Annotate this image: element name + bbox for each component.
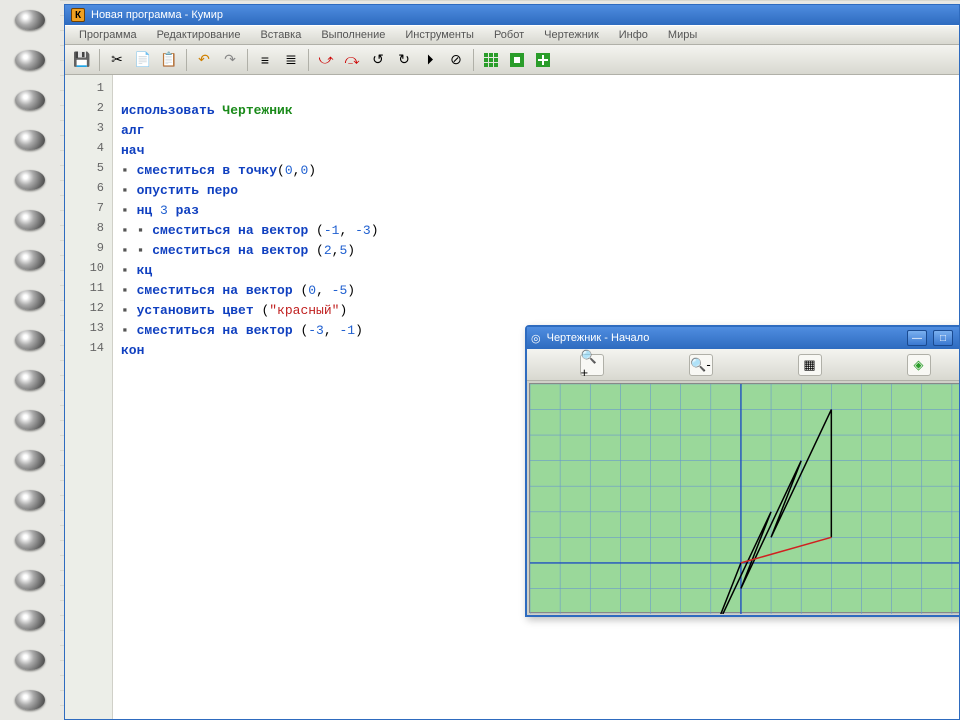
toolbar: 💾 ✂ 📄 📋 ↶ ↷ ≡ ≣ ⤻ ⤼ ↺ ↻ ⏵ ⊘	[65, 45, 959, 75]
drafter-window[interactable]: ◎ Чертежник - Начало — □ ✕ 🔍+ 🔍- ▦ ◈	[525, 325, 959, 617]
run-button[interactable]: ⏵	[419, 49, 441, 71]
grid-toggle-button[interactable]: ▦	[798, 354, 822, 376]
menu-run[interactable]: Выполнение	[313, 27, 393, 43]
line-number: 3	[65, 121, 112, 141]
stop-button[interactable]: ⊘	[445, 49, 467, 71]
step-into-button[interactable]: ⤻	[315, 49, 337, 71]
main-window: К Новая программа - Кумир Программа Реда…	[64, 4, 960, 720]
editor-area: 1234567891011121314 использовать Чертежн…	[65, 75, 959, 719]
app-icon: К	[71, 8, 85, 22]
menu-info[interactable]: Инфо	[611, 27, 656, 43]
line-number: 10	[65, 261, 112, 281]
paste-button[interactable]: 📋	[158, 49, 180, 71]
drafter-canvas[interactable]	[529, 383, 959, 613]
line-number: 7	[65, 201, 112, 221]
line-number: 11	[65, 281, 112, 301]
minimize-button[interactable]: —	[907, 330, 927, 346]
maximize-button[interactable]: □	[933, 330, 953, 346]
indent-left-button[interactable]: ≡	[254, 49, 276, 71]
cut-button[interactable]: ✂	[106, 49, 128, 71]
drafter-titlebar[interactable]: ◎ Чертежник - Начало — □ ✕	[527, 327, 959, 349]
line-number: 2	[65, 101, 112, 121]
step-back-button[interactable]: ↺	[367, 49, 389, 71]
frame-view-button[interactable]	[506, 49, 528, 71]
menu-edit[interactable]: Редактирование	[149, 27, 249, 43]
redo-button[interactable]: ↷	[219, 49, 241, 71]
zoom-in-button[interactable]: 🔍+	[580, 354, 604, 376]
titlebar[interactable]: К Новая программа - Кумир	[65, 5, 959, 25]
line-number: 9	[65, 241, 112, 261]
menubar: Программа Редактирование Вставка Выполне…	[65, 25, 959, 45]
line-number: 1	[65, 81, 112, 101]
menu-tools[interactable]: Инструменты	[397, 27, 482, 43]
menu-insert[interactable]: Вставка	[252, 27, 309, 43]
fit-button[interactable]: ◈	[907, 354, 931, 376]
line-number: 4	[65, 141, 112, 161]
line-number: 13	[65, 321, 112, 341]
window-title: Новая программа - Кумир	[91, 9, 223, 21]
drafter-icon: ◎	[531, 332, 541, 345]
drafter-plot	[530, 384, 959, 614]
line-number: 5	[65, 161, 112, 181]
menu-drafter[interactable]: Чертежник	[536, 27, 607, 43]
drafter-toolbar: 🔍+ 🔍- ▦ ◈	[527, 349, 959, 381]
menu-worlds[interactable]: Миры	[660, 27, 705, 43]
step-over-button[interactable]: ⤼	[341, 49, 363, 71]
line-number: 8	[65, 221, 112, 241]
add-world-button[interactable]	[532, 49, 554, 71]
undo-button[interactable]: ↶	[193, 49, 215, 71]
line-gutter: 1234567891011121314	[65, 75, 113, 719]
canvas-wrap	[527, 381, 959, 615]
drafter-title: Чертежник - Начало	[547, 332, 650, 344]
save-button[interactable]: 💾	[71, 49, 93, 71]
line-number: 12	[65, 301, 112, 321]
menu-program[interactable]: Программа	[71, 27, 145, 43]
notebook-spiral	[0, 0, 60, 720]
indent-right-button[interactable]: ≣	[280, 49, 302, 71]
grid-view-button[interactable]	[480, 49, 502, 71]
zoom-out-button[interactable]: 🔍-	[689, 354, 713, 376]
line-number: 14	[65, 341, 112, 361]
menu-robot[interactable]: Робот	[486, 27, 532, 43]
copy-button[interactable]: 📄	[132, 49, 154, 71]
line-number: 6	[65, 181, 112, 201]
step-fwd-button[interactable]: ↻	[393, 49, 415, 71]
